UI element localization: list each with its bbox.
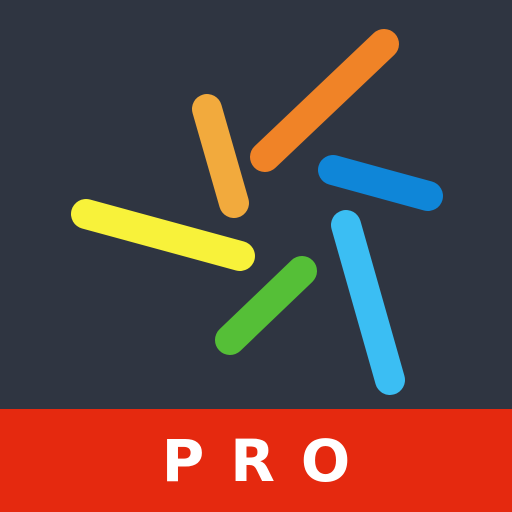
green-stroke bbox=[215, 256, 317, 355]
yellow-stroke bbox=[71, 199, 255, 271]
sky-stroke bbox=[331, 210, 405, 395]
pro-banner: PRO bbox=[0, 409, 512, 512]
pro-label: PRO bbox=[161, 426, 377, 495]
gold-stroke bbox=[192, 94, 249, 218]
app-icon: PRO bbox=[0, 0, 512, 512]
blue-stroke bbox=[318, 155, 443, 211]
orange-stroke bbox=[250, 29, 399, 172]
